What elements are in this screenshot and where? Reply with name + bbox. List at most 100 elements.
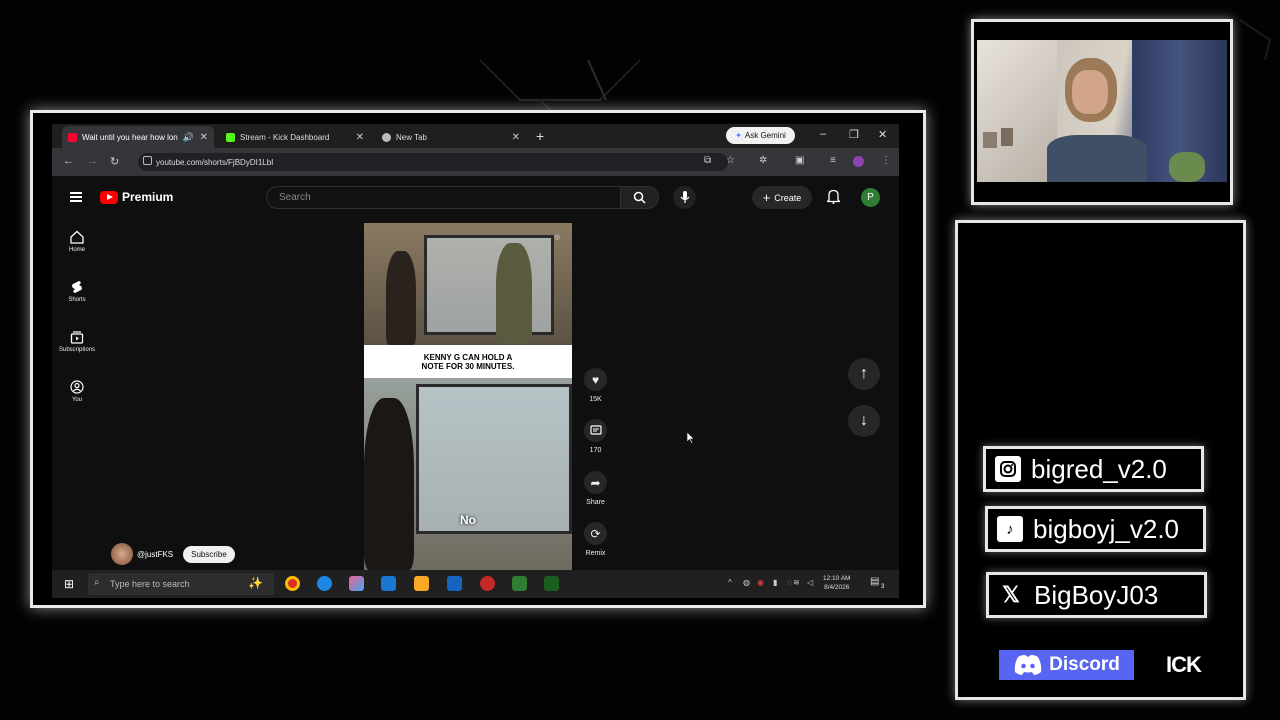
kick-logo-text: ICK [1166,652,1202,677]
obs-taskbar-icon[interactable] [480,576,495,591]
address-bar[interactable]: youtube.com/shorts/FjBDyDI1LbI [138,153,728,171]
share-arrow-icon: ➦ [590,475,601,490]
wifi-icon[interactable]: ≋ [793,578,800,587]
youtube-play-icon [100,190,118,204]
tab-title: Wait until you hear how lon [82,132,178,142]
copilot-sparkle-icon: ✨ [248,576,263,590]
sidepanel-icon[interactable]: ▣ [795,155,804,166]
browser-tab-bar: Wait until you hear how lon 🔊 ✕ Stream -… [52,124,899,148]
chrome-menu-icon[interactable]: ⋮ [881,155,891,166]
extensions-puzzle-icon[interactable]: ✲ [759,155,767,166]
close-window-icon[interactable]: ✕ [878,128,887,141]
you-icon [70,380,84,394]
x-handle: BigBoyJ03 [1034,579,1159,610]
minimize-icon[interactable]: – [820,128,826,140]
comments-button[interactable]: 170 [584,419,607,454]
reload-icon[interactable]: ↻ [110,155,119,168]
youtube-premium-logo[interactable]: Premium [100,190,173,204]
tray-mic-icon[interactable]: ▮ [773,578,777,587]
arrow-down-icon: ↓ [860,412,868,429]
instagram-handle: bigred_v2.0 [1031,453,1167,484]
copilot-taskbar-icon[interactable] [349,576,364,591]
taskbar-search-input[interactable]: ⌕ Type here to search ✨ [88,573,274,595]
guide-item-subscriptions[interactable]: Subscriptions [52,330,102,353]
close-tab-icon[interactable]: ✕ [200,132,208,143]
logo-text: Premium [122,190,174,204]
subscribe-button[interactable]: Subscribe [183,545,235,563]
person-figure [364,398,414,570]
tab-youtube[interactable]: Wait until you hear how lon 🔊 ✕ [62,126,214,148]
tray-recording-icon[interactable]: ◉ [757,578,764,587]
media-controls-icon[interactable]: ≡ [830,155,836,166]
file-explorer-taskbar-icon[interactable] [414,576,429,591]
bookmark-star-icon[interactable]: ☆ [726,155,735,166]
taskbar-clock[interactable]: 12:10 AM 8/4/2026 [823,574,850,592]
speaker-icon[interactable]: 🔊 [183,132,194,143]
guide-item-you[interactable]: You [52,380,102,403]
guide-item-shorts[interactable]: Shorts [52,280,102,303]
volume-icon[interactable]: ◁ [807,578,813,587]
close-tab-icon[interactable]: ✕ [356,132,364,143]
tray-app-icon[interactable]: ◍ [743,578,750,587]
profile-avatar-icon[interactable] [853,156,864,167]
tiktok-icon: ♪ [997,516,1023,542]
webcam-wall [977,40,1057,182]
voice-search-button[interactable] [673,186,696,209]
shorts-icon [72,281,82,293]
video-caption: KENNY G CAN HOLD A NOTE FOR 30 MINUTES. [364,345,572,378]
video-frame-bottom [364,378,572,570]
channel-avatar[interactable] [111,543,133,565]
forward-arrow-icon[interactable]: → [87,155,98,167]
home-icon [70,230,84,244]
tray-chevron-icon[interactable]: ^ [728,578,732,587]
previous-short-button[interactable]: ↑ [848,358,880,390]
youtube-favicon-icon [68,132,77,142]
notifications-bell-icon[interactable] [827,189,840,204]
channel-handle[interactable]: @justFKS [137,550,173,559]
site-info-icon[interactable] [143,156,152,165]
windows-start-icon[interactable]: ⊞ [64,577,74,591]
channel-info: @justFKS Subscribe [111,543,235,565]
webcam-plant [1169,152,1205,182]
chrome-taskbar-icon[interactable] [285,576,300,591]
xbox-taskbar-icon[interactable] [512,576,527,591]
notification-center-icon[interactable]: ▤ [870,576,879,587]
tab-title: New Tab [396,132,427,142]
next-short-button[interactable]: ↓ [848,405,880,437]
webcam-photo-frame [983,132,997,148]
like-button[interactable]: ♥ 15K [584,368,607,403]
store-taskbar-icon[interactable] [447,576,462,591]
mail-taskbar-icon[interactable] [381,576,396,591]
ask-gemini-button[interactable]: ✦ Ask Gemini [726,127,795,144]
menu-hamburger-icon[interactable] [70,192,82,202]
arrow-up-icon: ↑ [860,365,868,382]
install-app-icon[interactable]: ⧉ [704,155,711,166]
notification-badge: 3 [881,584,885,590]
new-tab-plus-icon[interactable]: + [536,128,544,144]
tray-app-icon[interactable]: ◌ [787,578,792,587]
account-avatar[interactable]: P [861,188,880,207]
guide-label: Home [68,247,85,253]
webcam-photo-frame [1001,128,1013,146]
person-figure [496,243,532,343]
edge-taskbar-icon[interactable] [317,576,332,591]
webcam-person-body [1047,135,1147,182]
shorts-video-player[interactable]: ◎ KENNY G CAN HOLD A NOTE FOR 30 MINUTES.… [364,223,572,570]
share-button[interactable]: ➦ Share [584,471,607,506]
tab-kick-dashboard[interactable]: Stream - Kick Dashboard ✕ [220,126,370,148]
chrome-favicon-icon [382,132,391,142]
restore-icon[interactable]: ❐ [849,128,859,141]
back-arrow-icon[interactable]: ← [63,155,74,167]
excel-taskbar-icon[interactable] [544,576,559,591]
search-button[interactable] [621,186,659,209]
search-input[interactable]: Search [266,186,621,209]
create-button[interactable]: + Create [752,186,812,209]
instagram-icon [995,456,1021,482]
close-tab-icon[interactable]: ✕ [512,132,520,143]
tab-new-tab[interactable]: New Tab ✕ [376,126,526,148]
search-icon [633,191,646,204]
guide-label: Shorts [68,297,86,303]
guide-item-home[interactable]: Home [52,230,102,253]
social-instagram: bigred_v2.0 [983,446,1204,492]
remix-button[interactable]: ⟳ Remix [584,522,607,557]
